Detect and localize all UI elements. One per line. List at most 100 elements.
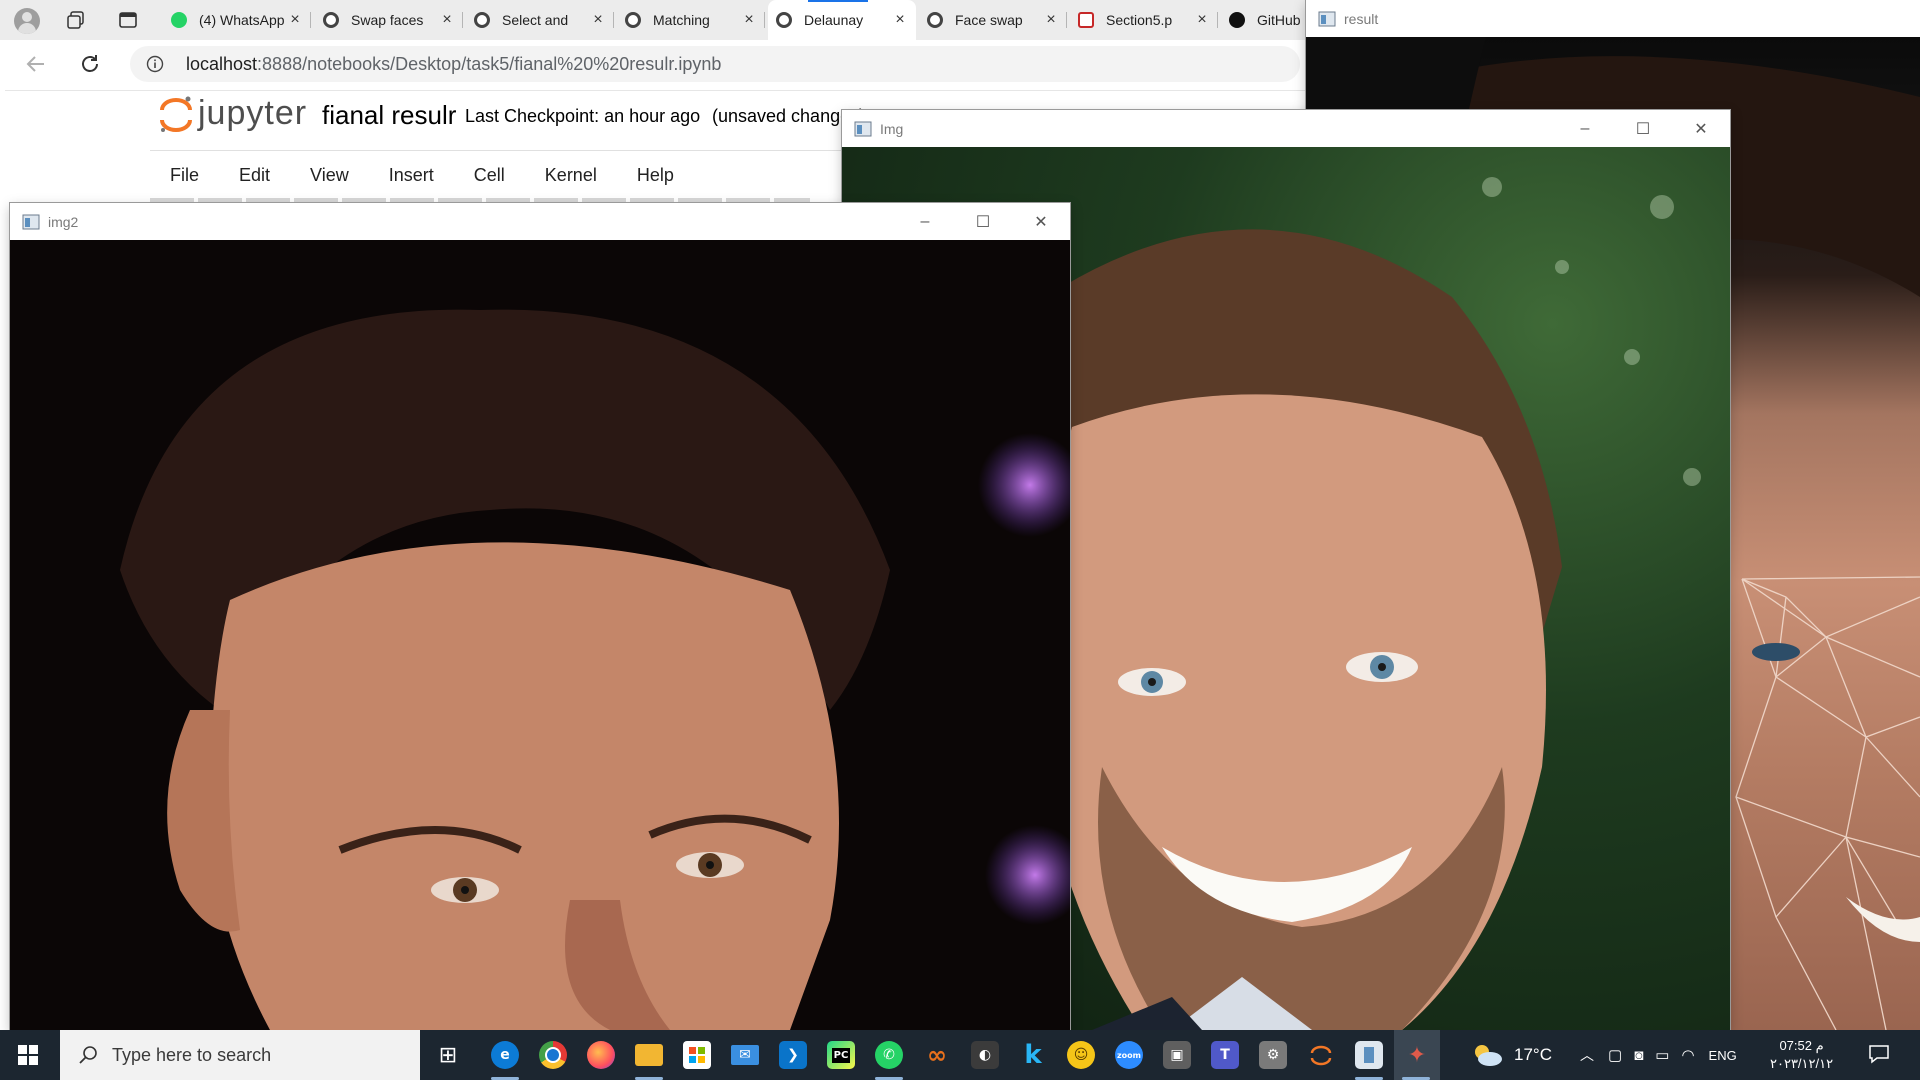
language-indicator[interactable]: ENG [1709,1048,1737,1063]
result-window-titlebar[interactable]: result [1306,0,1920,37]
minimize-icon[interactable]: – [896,203,954,240]
pycharm-icon[interactable]: PC [825,1039,857,1071]
zoom-icon[interactable]: zoom [1113,1039,1145,1071]
jupyter-icon[interactable] [1305,1039,1337,1071]
jupyter-icon [474,12,490,28]
reload-icon[interactable] [78,52,102,76]
edge-icon[interactable]: e [489,1039,521,1080]
browser-tab[interactable]: GitHub [1221,4,1311,36]
battery-icon[interactable]: ▭ [1655,1046,1669,1064]
close-tab-icon[interactable]: × [890,11,910,29]
chevron-up-icon[interactable]: ︿ [1580,1045,1594,1065]
github-icon[interactable]: ◐ [969,1039,1001,1071]
jupyter-menubar: File Edit View Insert Cell Kernel Help [150,152,694,198]
jupyter-logo-text: jupyter [198,94,308,132]
webcam-icon[interactable]: ▢ [1608,1046,1622,1064]
close-tab-icon[interactable]: × [437,11,457,29]
profile-avatar-icon[interactable] [14,8,40,34]
browser-tab[interactable]: Face swap × [919,4,1067,36]
tab-label: Swap faces [351,12,424,28]
img2-window-titlebar[interactable]: img2 – ☐ ✕ [10,203,1070,240]
notification-center-icon[interactable] [1868,1043,1890,1065]
notebook-title[interactable]: fianal resulr [322,100,456,131]
task-view-icon[interactable]: ⊞ [432,1039,464,1071]
menu-cell[interactable]: Cell [454,152,525,198]
weather-cloud-icon [1475,1045,1502,1066]
close-icon[interactable]: ✕ [1012,203,1070,240]
close-tab-icon[interactable]: × [1192,11,1212,29]
address-bar[interactable]: localhost:8888/notebooks/Desktop/task5/f… [130,46,1300,82]
close-tab-icon[interactable]: × [285,11,305,29]
maximize-icon[interactable]: ☐ [954,203,1012,240]
windows-start-icon[interactable] [18,1045,38,1065]
browser-tab[interactable]: Matching × [617,4,765,36]
opencv-window-icon[interactable] [1353,1039,1385,1080]
browser-tab[interactable]: Section5.p × [1070,4,1218,36]
img2-window-title: img2 [48,213,79,230]
menu-kernel[interactable]: Kernel [525,152,617,198]
clock-date: ۲۰۲۳/۱۲/۱۲ [1770,1056,1834,1071]
jupyter-icon [776,12,792,28]
close-icon[interactable]: ✕ [1672,110,1730,147]
windows-taskbar: Type here to search ⊞ e ✉ ❯ PC ✆ ∞ ◐ k ☺… [0,1030,1920,1080]
store-icon[interactable] [681,1039,713,1071]
camera-icon[interactable]: ◙ [1634,1047,1643,1064]
browser-tab-active[interactable]: Delaunay × [768,0,916,40]
firefox-icon[interactable] [585,1039,617,1071]
workspaces-icon[interactable] [66,10,86,30]
clock-time: 07:52 م [1779,1038,1824,1053]
result-window-title: result [1344,10,1379,27]
site-info-icon[interactable] [146,55,164,73]
whatsapp-icon[interactable]: ✆ [873,1039,905,1080]
search-placeholder: Type here to search [112,1044,272,1065]
menu-edit[interactable]: Edit [219,152,290,198]
taskbar-search-box[interactable]: Type here to search [60,1030,420,1080]
search-icon [79,1046,97,1064]
jupyter-icon [625,12,641,28]
close-tab-icon[interactable]: × [588,11,608,29]
tab-label: Delaunay [804,12,864,28]
calculator-icon[interactable]: ▣ [1161,1039,1193,1071]
tab-label: (4) WhatsApp [199,12,285,28]
mail-icon[interactable]: ✉ [729,1039,761,1071]
clock[interactable]: 07:52 م ۲۰۲۳/۱۲/۱۲ [1770,1030,1833,1080]
tab-actions-icon[interactable] [118,10,138,30]
opencv-window-icon [854,121,872,136]
menu-file[interactable]: File [150,152,219,198]
maximize-icon[interactable]: ☐ [1614,110,1672,147]
img2-window[interactable]: img2 – ☐ ✕ [10,203,1070,1030]
menu-insert[interactable]: Insert [369,152,454,198]
browser-tab[interactable]: Swap faces × [315,4,463,36]
close-tab-icon[interactable]: × [739,11,759,29]
emoji-icon[interactable]: ☺ [1065,1039,1097,1071]
k-icon[interactable]: k [1017,1039,1049,1071]
jupyter-logo-icon[interactable] [156,94,196,134]
minimize-icon[interactable]: – [1556,110,1614,147]
tab-label: Select and [502,12,569,28]
browser-tab[interactable]: (4) WhatsApp × [163,4,311,36]
python-icon[interactable]: ✦ [1394,1030,1440,1080]
jupyter-icon [323,12,339,28]
menu-help[interactable]: Help [617,152,694,198]
wifi-icon[interactable]: ◠ [1681,1046,1694,1064]
file-explorer-icon[interactable] [633,1039,665,1080]
close-tab-icon[interactable]: × [1041,11,1061,29]
pdf-icon [1078,12,1094,28]
weather-widget[interactable]: 17°C [1470,1030,1552,1080]
browser-tab[interactable]: Select and × [466,4,614,36]
img-window-titlebar[interactable]: Img – ☐ ✕ [842,110,1730,147]
vscode-icon[interactable]: ❯ [777,1039,809,1071]
chrome-icon[interactable] [537,1039,569,1071]
weather-temperature: 17°C [1514,1045,1552,1064]
img2-image [10,240,1070,1030]
teams-icon[interactable]: T [1209,1039,1241,1071]
back-icon[interactable] [24,52,48,76]
pc-health-icon[interactable]: ⚙ [1257,1039,1289,1071]
img2-window-controls: – ☐ ✕ [896,203,1070,240]
infinity-icon[interactable]: ∞ [921,1039,953,1071]
menu-view[interactable]: View [290,152,369,198]
jupyter-icon [927,12,943,28]
checkpoint-status: Last Checkpoint: an hour ago [465,106,701,126]
tab-label: Face swap [955,12,1023,28]
whatsapp-icon [171,12,187,28]
